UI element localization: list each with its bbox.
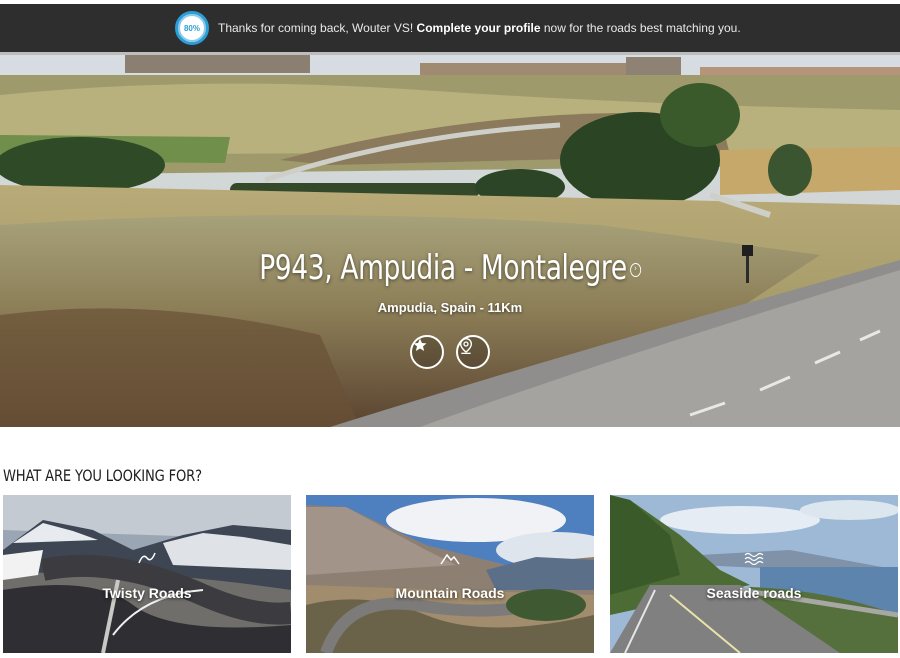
- seaside-roads-image: [610, 495, 898, 653]
- complete-profile-link[interactable]: Complete your profile: [417, 21, 541, 35]
- banner-suffix: now for the roads best matching you.: [540, 21, 741, 35]
- banner-prefix: Thanks for coming back, Wouter VS!: [218, 21, 417, 35]
- banner-message: Thanks for coming back, Wouter VS! Compl…: [218, 21, 741, 35]
- category-card-seaside-roads[interactable]: Seaside roads: [610, 495, 898, 653]
- profile-banner: 80% Thanks for coming back, Wouter VS! C…: [0, 4, 900, 52]
- hero-landscape-image: [0, 55, 900, 427]
- profile-progress-indicator: 80%: [175, 11, 209, 45]
- mountain-roads-image: [306, 495, 594, 653]
- category-card-mountain-roads[interactable]: Mountain Roads: [306, 495, 594, 653]
- chevron-right-icon: ›: [629, 262, 641, 277]
- section-title: WHAT ARE YOU LOOKING FOR?: [3, 466, 202, 485]
- hero-road-title[interactable]: P943, Ampudia - Montalegre ›: [99, 248, 801, 288]
- map-pin-icon: [459, 337, 473, 354]
- twisty-roads-image: [3, 495, 291, 653]
- category-label: Seaside roads: [706, 585, 802, 601]
- category-label: Twisty Roads: [102, 585, 192, 601]
- hero-road-location: Ampudia, Spain - 11Km: [377, 300, 523, 315]
- star-icon: [413, 338, 427, 351]
- profile-progress-value: 80%: [183, 23, 200, 33]
- category-label: Mountain Roads: [395, 585, 505, 601]
- favorite-button[interactable]: [410, 335, 444, 369]
- hero-road-title-text: P943, Ampudia - Montalegre: [259, 248, 627, 288]
- category-card-twisty-roads[interactable]: Twisty Roads: [3, 495, 291, 653]
- hero-road-feature: P943, Ampudia - Montalegre › Ampudia, Spa…: [0, 55, 900, 427]
- location-button[interactable]: [456, 335, 490, 369]
